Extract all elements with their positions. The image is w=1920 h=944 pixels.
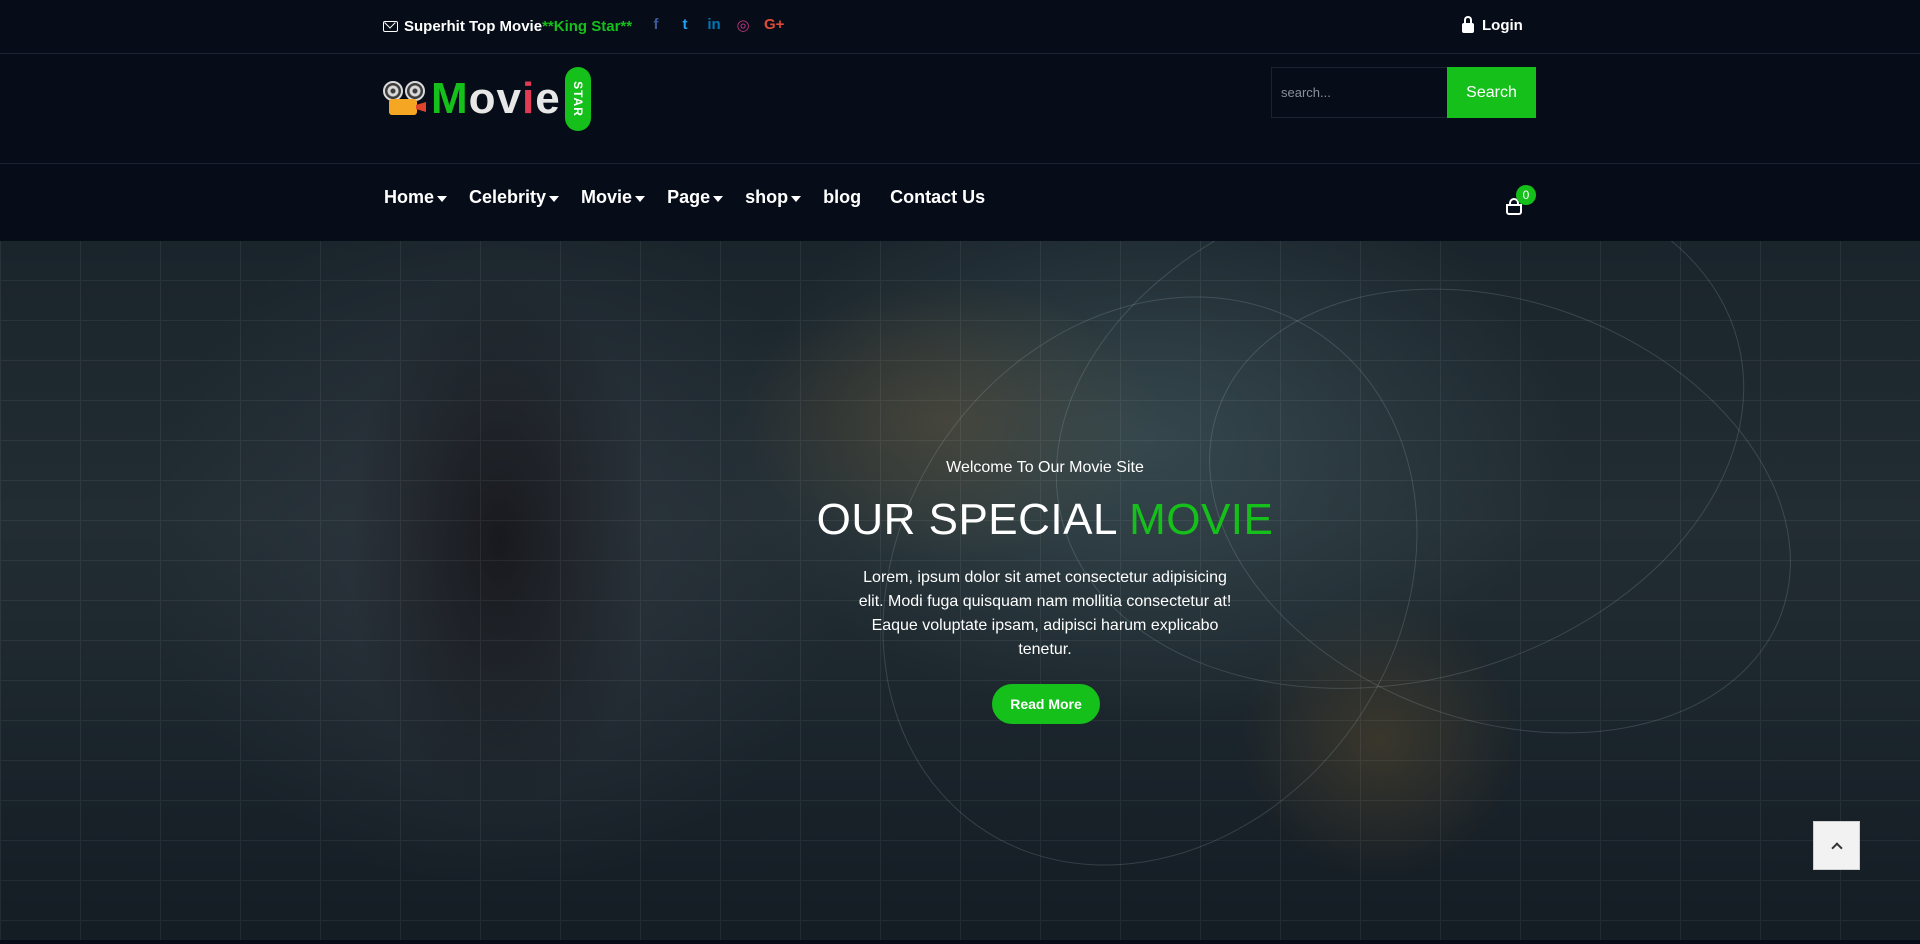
basket-icon <box>1506 198 1522 215</box>
facebook-icon[interactable]: f <box>648 16 664 34</box>
hero-banner: Welcome To Our Movie Site OUR SPECIAL MO… <box>0 241 1920 940</box>
scroll-to-top-button[interactable] <box>1813 821 1860 870</box>
hero-description: Lorem, ipsum dolor sit amet consectetur … <box>858 569 1232 658</box>
caret-down-icon <box>713 196 724 202</box>
top-bar: Superhit Top Movie **King Star** f t in ◎… <box>0 0 1920 54</box>
nav-item-celebrity[interactable]: Celebrity <box>469 187 560 208</box>
chevron-up-icon <box>1830 841 1843 854</box>
nav-item-shop[interactable]: shop <box>745 187 802 208</box>
search-form: Search <box>1271 67 1536 118</box>
login-label: Login <box>1482 17 1523 34</box>
logo-wordmark: Movie <box>431 74 561 123</box>
lock-icon <box>1462 15 1474 33</box>
logo-badge: STAR <box>564 67 591 131</box>
hero-headline: OUR SPECIAL MOVIE <box>816 495 1274 544</box>
caret-down-icon <box>437 196 448 202</box>
search-input[interactable] <box>1271 67 1447 118</box>
film-camera-icon <box>383 77 427 121</box>
site-logo[interactable]: Movie STAR <box>383 67 591 131</box>
cart-button[interactable]: 0 <box>1506 185 1536 215</box>
twitter-icon[interactable]: t <box>677 16 693 34</box>
header: Movie STAR Search <box>0 55 1920 164</box>
caret-down-icon <box>791 196 802 202</box>
tagline: Superhit Top Movie **King Star** <box>383 18 632 35</box>
instagram-icon[interactable]: ◎ <box>735 16 751 34</box>
nav-item-contact[interactable]: Contact Us <box>890 187 985 208</box>
nav-item-home[interactable]: Home <box>384 187 448 208</box>
caret-down-icon <box>549 196 560 202</box>
search-button[interactable]: Search <box>1447 67 1536 118</box>
social-links: f t in ◎ G+ <box>648 16 785 34</box>
nav-item-movie[interactable]: Movie <box>581 187 646 208</box>
caret-down-icon <box>635 196 646 202</box>
login-link[interactable]: Login <box>1462 15 1523 34</box>
linkedin-icon[interactable]: in <box>706 16 722 34</box>
cart-count-badge: 0 <box>1516 185 1536 205</box>
tagline-main: Superhit Top Movie <box>404 18 543 35</box>
google-plus-icon[interactable]: G+ <box>764 16 784 34</box>
hero-welcome: Welcome To Our Movie Site <box>946 459 1144 476</box>
nav-item-blog[interactable]: blog <box>823 187 861 208</box>
nav-item-page[interactable]: Page <box>667 187 724 208</box>
read-more-button[interactable]: Read More <box>992 684 1100 724</box>
tagline-highlight: **King Star** <box>542 18 633 35</box>
mail-icon <box>383 21 398 32</box>
main-nav: Home Celebrity Movie Page shop blog Cont… <box>0 165 1920 241</box>
